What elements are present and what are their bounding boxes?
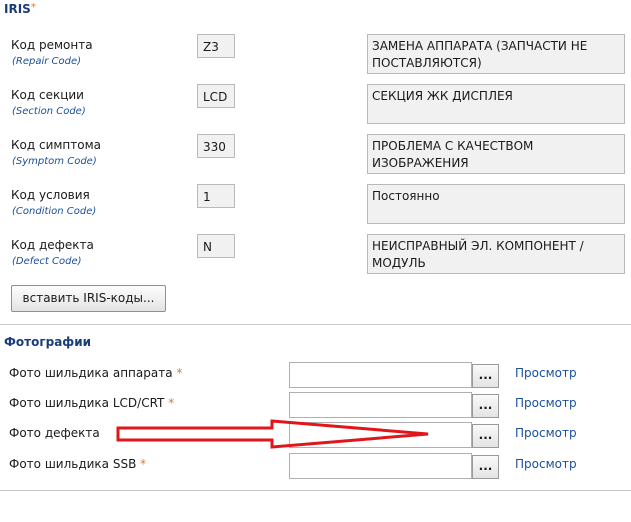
symptom-code-field[interactable]: 330 [197, 134, 235, 158]
repair-code-sublabel: (Repair Code) [12, 56, 82, 67]
section-code-label: Код секции [11, 88, 84, 102]
iris-title-text: IRIS [4, 2, 31, 16]
photo-label-text: Фото шильдика LCD/CRT [9, 396, 165, 410]
view-link[interactable]: Просмотр [515, 457, 577, 471]
view-link[interactable]: Просмотр [515, 396, 577, 410]
photo-row-label: Фото шильдика аппарата * [9, 366, 182, 380]
condition-code-description: Постоянно [367, 184, 625, 224]
bottom-divider [0, 490, 631, 491]
section-code-sublabel: (Section Code) [12, 106, 86, 117]
required-mark: * [140, 457, 147, 471]
required-mark: * [176, 366, 183, 380]
photo-row-label: Фото шильдика LCD/CRT * [9, 396, 174, 410]
defect-code-sublabel: (Defect Code) [12, 256, 82, 267]
browse-button[interactable]: ... [472, 364, 499, 388]
view-link[interactable]: Просмотр [515, 366, 577, 380]
photo-label-text: Фото шильдика аппарата [9, 366, 173, 380]
condition-code-field[interactable]: 1 [197, 184, 235, 208]
browse-button[interactable]: ... [472, 455, 499, 479]
photo-row-label: Фото шильдика SSB * [9, 457, 146, 471]
section-code-field[interactable]: LCD [197, 84, 235, 108]
photo-lcd-file-input[interactable] [289, 392, 472, 418]
repair-code-label: Код ремонта [11, 38, 93, 52]
condition-code-sublabel: (Condition Code) [12, 206, 97, 217]
defect-code-description: НЕИСПРАВНЫЙ ЭЛ. КОМПОНЕНТ / МОДУЛЬ [367, 234, 625, 274]
section-divider [0, 324, 631, 325]
defect-code-label: Код дефекта [11, 238, 94, 252]
photos-section-title: Фотографии [4, 335, 92, 349]
iris-section-title: IRIS* [4, 2, 36, 16]
symptom-code-description: ПРОБЛЕМА С КАЧЕСТВОМ ИЗОБРАЖЕНИЯ [367, 134, 625, 174]
photo-row-label: Фото дефекта [9, 426, 100, 440]
arrow-outline [116, 419, 429, 449]
symptom-code-sublabel: (Symptom Code) [12, 156, 97, 167]
required-mark: * [30, 2, 36, 13]
symptom-code-label: Код симптома [11, 138, 102, 152]
red-arrow-annotation [116, 419, 429, 449]
defect-code-field[interactable]: N [197, 234, 235, 258]
repair-code-field[interactable]: Z3 [197, 34, 235, 58]
repair-code-description: ЗАМЕНА АППАРАТА (ЗАПЧАСТИ НЕ ПОСТАВЛЯЮТС… [367, 34, 625, 74]
view-link[interactable]: Просмотр [515, 426, 577, 440]
section-code-description: СЕКЦИЯ ЖК ДИСПЛЕЯ [367, 84, 625, 124]
photo-ssb-file-input[interactable] [289, 453, 472, 479]
photo-label-text: Фото шильдика SSB [9, 457, 137, 471]
condition-code-label: Код условия [11, 188, 90, 202]
photo-label-text: Фото дефекта [9, 426, 100, 440]
browse-button[interactable]: ... [472, 424, 499, 448]
browse-button[interactable]: ... [472, 394, 499, 418]
required-mark: * [168, 396, 175, 410]
insert-iris-codes-button[interactable]: вставить IRIS-коды... [11, 285, 166, 312]
photo-nameplate-file-input[interactable] [289, 362, 472, 388]
